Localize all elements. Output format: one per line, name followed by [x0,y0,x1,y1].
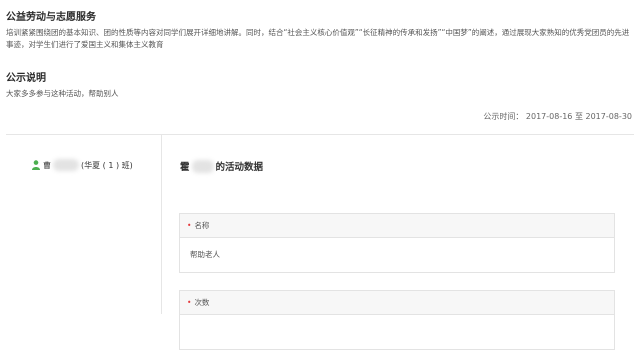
field-header: • 次数 [180,291,614,315]
notice-text: 大家多多参与这种活动，帮助别人 [6,89,119,98]
notice-time: 公示时间： 2017-08-16 至 2017-08-30 [483,111,632,122]
content-divider [6,134,634,135]
activity-data-title: 霍 的活动数据 [180,159,263,173]
notice-time-end: 2017-08-30 [585,112,633,121]
field-panel-count: • 次数 [179,290,615,350]
field-header: • 名称 [180,214,614,238]
activity-data-title-prefix: 霍 [180,162,190,173]
field-label: 次数 [194,298,210,307]
field-value: 帮助老人 [190,250,220,259]
person-icon [32,160,40,170]
field-value [180,315,614,349]
notice-time-start: 2017-08-16 [525,112,573,121]
notice-title: 公示说明 [6,73,46,84]
required-marker: • [187,298,192,307]
student-name-prefix: 曹 [43,160,51,170]
required-marker: • [187,221,192,230]
activity-description: 培训紧紧围绕团的基本知识、团的性质等内容对同学们展开详细地讲解。同时，结合“社会… [6,28,630,49]
field-panel-name: • 名称 帮助老人 [179,213,615,273]
student-class: (华夏 ( 1 ) 班) [81,160,133,170]
activity-title: 公益劳动与志愿服务 [6,12,96,23]
activity-data-title-suffix: 的活动数据 [215,162,264,173]
redacted-name [53,159,79,171]
column-divider [161,135,162,314]
student-item[interactable]: 曹 (华夏 ( 1 ) 班) [32,159,133,171]
notice-time-label: 公示时间： [483,112,524,121]
notice-time-sep: 至 [574,112,583,121]
field-label: 名称 [194,221,210,230]
redacted-name [191,159,214,173]
